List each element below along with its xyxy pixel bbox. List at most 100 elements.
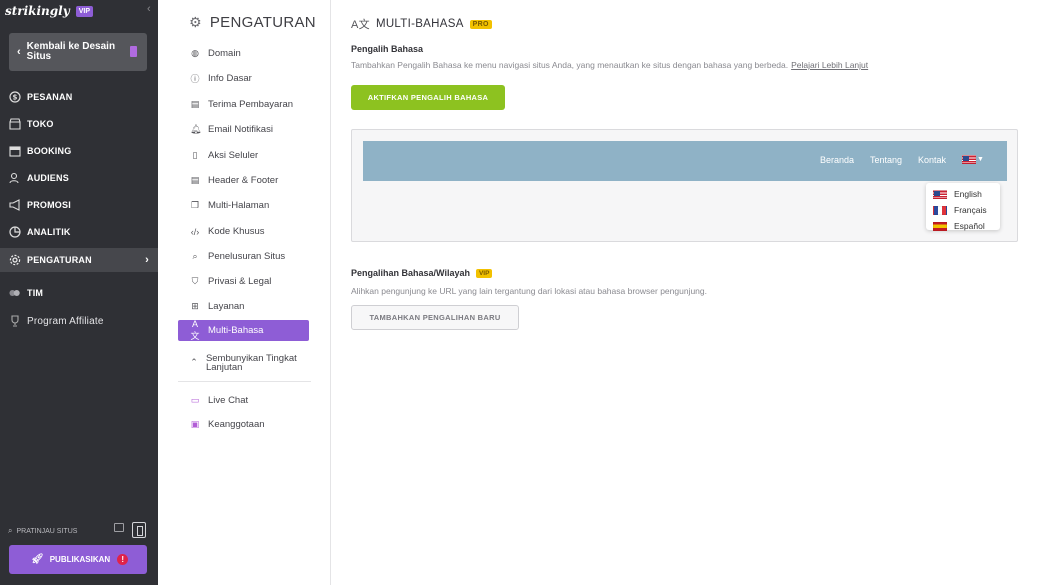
- language-option-espanol[interactable]: Español: [933, 220, 985, 232]
- settings-item-label: Live Chat: [208, 395, 249, 406]
- caret-down-icon: ▼: [977, 156, 984, 163]
- nav-item-pesanan[interactable]: $ PESANAN: [0, 86, 158, 108]
- enable-switcher-button[interactable]: AKTIFKAN PENGALIH BAHASA: [351, 85, 505, 110]
- strikingly-logo: strikingly: [5, 4, 70, 18]
- search-icon: ⌕: [8, 526, 13, 535]
- france-flag-icon: [933, 205, 947, 215]
- nav-item-promosi[interactable]: PROMOSI: [0, 194, 158, 216]
- publish-button[interactable]: 🚀︎ PUBLIKASIKAN !: [9, 545, 147, 574]
- people-icon: [9, 172, 21, 184]
- spain-flag-icon: [933, 221, 947, 231]
- layout-icon: ▤: [190, 175, 200, 185]
- chevron-right-icon: ›: [145, 254, 149, 266]
- demo-nav-link: Beranda: [820, 155, 855, 165]
- alert-icon: !: [117, 554, 129, 565]
- settings-item-aksi-seluler[interactable]: ▯ Aksi Seluler: [178, 145, 309, 166]
- globe-icon: ◍: [191, 48, 199, 58]
- brand: strikingly VIP: [5, 3, 93, 19]
- settings-item-header-footer[interactable]: ▤ Header & Footer: [178, 170, 309, 191]
- nav-label: PROMOSI: [27, 200, 71, 210]
- info-icon: ⓘ: [190, 74, 200, 84]
- nav-label: PENGATURAN: [27, 255, 92, 265]
- switcher-preview: Beranda Tentang Kontak ▼ English Françai…: [351, 129, 1018, 242]
- desktop-icon[interactable]: [114, 523, 124, 532]
- switcher-description: Tambahkan Pengalih Bahasa ke menu naviga…: [351, 60, 868, 70]
- language-option-english[interactable]: English: [933, 188, 982, 200]
- language-label: Español: [954, 221, 985, 231]
- chart-icon: [9, 226, 21, 238]
- chevron-left-icon: ‹: [17, 46, 21, 58]
- settings-item-label: Keanggotaan: [208, 419, 265, 430]
- back-button-label: Kembali ke Desain Situs: [26, 41, 116, 62]
- settings-item-keanggotaan[interactable]: ▣ Keanggotaan: [178, 414, 309, 435]
- svg-text:$: $: [12, 94, 17, 102]
- settings-item-label: Domain: [208, 48, 241, 59]
- translate-icon: A文: [351, 19, 370, 31]
- us-flag-icon: [933, 189, 947, 199]
- megaphone-icon: [9, 199, 21, 211]
- nav-item-program-affiliate[interactable]: Program Affiliate: [0, 310, 158, 332]
- page-title: A文 MULTI-BAHASA PRO: [351, 16, 492, 32]
- nav-item-audiens[interactable]: AUDIENS: [0, 167, 158, 189]
- settings-item-privasi-legal[interactable]: ⛉ Privasi & Legal: [178, 271, 309, 292]
- settings-item-email-notifikasi[interactable]: 🔔︎ Email Notifikasi: [178, 119, 309, 140]
- add-redirect-button[interactable]: TAMBAHKAN PENGALIHAN BARU: [351, 305, 519, 330]
- settings-item-terima-pembayaran[interactable]: ▤ Terima Pembayaran: [178, 94, 309, 115]
- nav-label: Program Affiliate: [27, 315, 104, 327]
- nav-label: PESANAN: [27, 92, 73, 102]
- gear-icon: [9, 254, 21, 266]
- nav-item-pengaturan[interactable]: PENGATURAN ›: [0, 248, 158, 272]
- gear-icon: ⚙︎: [189, 14, 202, 30]
- page-title-text: MULTI-BAHASA: [375, 18, 464, 30]
- settings-title-text: PENGATURAN: [209, 14, 316, 31]
- mobile-icon[interactable]: [132, 522, 146, 538]
- settings-item-label: Multi-Bahasa: [208, 325, 264, 336]
- trophy-icon: [9, 315, 21, 327]
- language-option-francais[interactable]: Français: [933, 204, 987, 216]
- settings-item-label: Multi-Halaman: [208, 200, 270, 211]
- back-to-design-button[interactable]: ‹ Kembali ke Desain Situs: [9, 33, 147, 71]
- learn-more-link[interactable]: Pelajari Lebih Lanjut: [791, 60, 868, 70]
- settings-item-live-chat[interactable]: ▭ Live Chat: [178, 390, 309, 411]
- nav-label: TOKO: [27, 119, 54, 129]
- settings-item-label: Penelusuran Situs: [208, 251, 286, 262]
- nav-item-tim[interactable]: TIM: [0, 282, 158, 304]
- nav-item-toko[interactable]: TOKO: [0, 113, 158, 135]
- language-switcher[interactable]: ▼: [962, 155, 984, 164]
- document-icon: [130, 46, 137, 57]
- settings-item-layanan[interactable]: ⊞ Layanan: [178, 296, 309, 317]
- chat-icon: ▭: [190, 395, 200, 405]
- us-flag-icon: [962, 155, 976, 164]
- nav-item-analitik[interactable]: ANALITIK: [0, 221, 158, 243]
- pro-badge: PRO: [469, 19, 492, 29]
- demo-nav-link: Tentang: [870, 155, 903, 165]
- language-label: English: [954, 189, 982, 199]
- settings-item-multi-halaman[interactable]: ❐ Multi-Halaman: [178, 195, 309, 216]
- settings-item-domain[interactable]: ◍ Domain: [178, 43, 309, 64]
- rocket-icon: 🚀︎: [31, 554, 44, 565]
- settings-item-kode-khusus[interactable]: ‹/› Kode Khusus: [178, 221, 309, 242]
- publish-label: PUBLIKASIKAN: [49, 555, 111, 564]
- preview-label[interactable]: PRATINJAU SITUS: [16, 528, 77, 535]
- main-content: A文 MULTI-BAHASA PRO Pengalih Bahasa Tamb…: [351, 0, 1041, 585]
- dollar-icon: $: [9, 91, 21, 103]
- preview-site-row: ⌕ PRATINJAU SITUS: [8, 522, 148, 538]
- store-icon: [9, 118, 21, 130]
- settings-item-info-dasar[interactable]: ⓘ Info Dasar: [178, 68, 309, 89]
- code-icon: ‹/›: [190, 226, 200, 237]
- settings-item-penelusuran-situs[interactable]: ⌕ Penelusuran Situs: [178, 246, 309, 267]
- switcher-heading: Pengalih Bahasa: [351, 44, 424, 54]
- settings-item-label: Header & Footer: [208, 175, 279, 186]
- nav-label: BOOKING: [27, 146, 72, 156]
- shield-icon: ⛉: [191, 276, 199, 286]
- vip-badge: VIP: [75, 5, 93, 17]
- switcher-desc-text: Tambahkan Pengalih Bahasa ke menu naviga…: [351, 60, 789, 70]
- chevron-up-icon: ⌃: [190, 357, 198, 368]
- redirect-heading: Pengalihan Bahasa/Wilayah VIP: [351, 268, 493, 278]
- nav-item-booking[interactable]: BOOKING: [0, 140, 158, 162]
- settings-item-multi-bahasa[interactable]: A文 Multi-Bahasa: [178, 319, 309, 341]
- collapse-sidebar-icon[interactable]: ‹: [147, 3, 151, 15]
- grid-icon: ⊞: [191, 301, 199, 311]
- settings-item-sembunyikan-lanjutan[interactable]: ⌃ Sembunyikan Tingkat Lanjutan: [178, 350, 309, 376]
- demo-nav-link: Kontak: [918, 155, 947, 165]
